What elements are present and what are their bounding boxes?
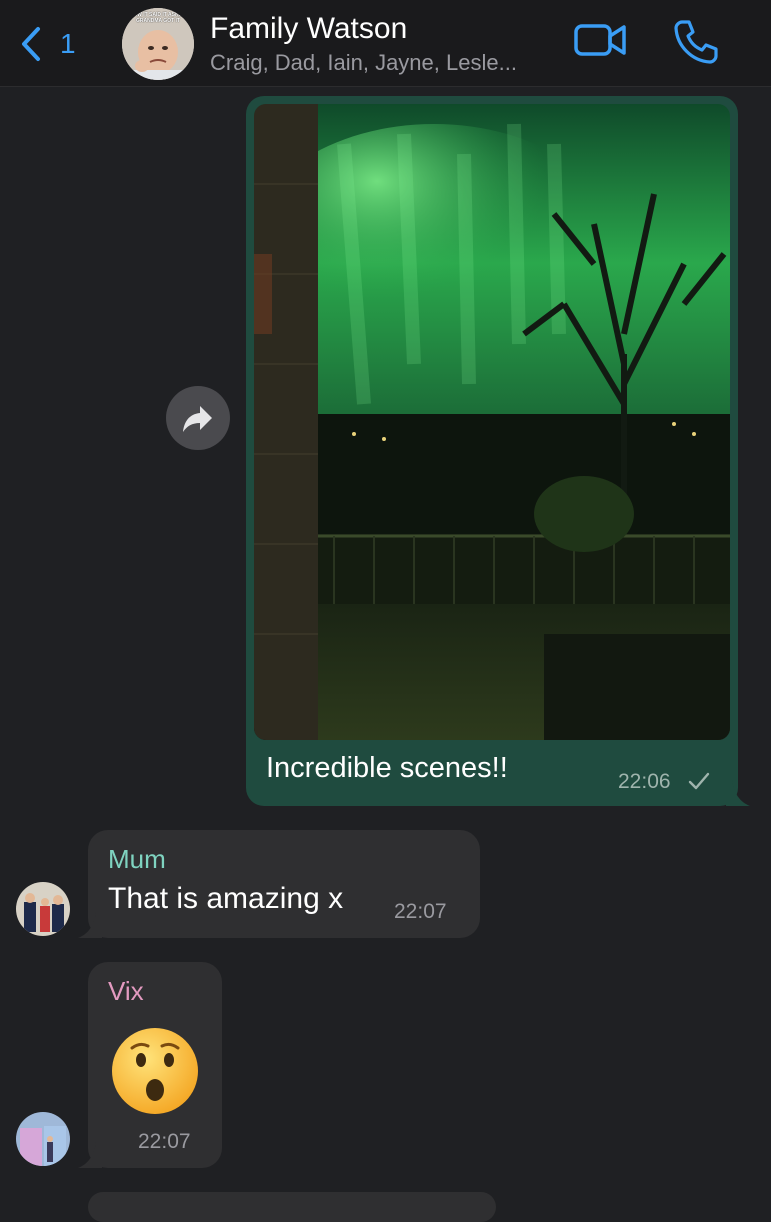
sender-name: Vix (108, 976, 144, 1006)
chat-header: 1 SAW IT SAID IT ASKED GRANDMA GOT IT Fa… (0, 0, 771, 87)
chevron-left-icon (22, 27, 40, 61)
avatar-vix[interactable] (16, 1112, 70, 1166)
phone-icon (674, 20, 718, 64)
message-caption: Incredible scenes!! (266, 752, 508, 784)
check-icon (688, 772, 710, 790)
incoming-bubble-tail (78, 912, 102, 938)
video-call-button[interactable] (572, 20, 632, 64)
chat-participants[interactable]: Craig, Dad, Iain, Jayne, Lesle... (210, 50, 517, 76)
avatar-vix-image (16, 1112, 70, 1166)
avatar-mum-image (16, 882, 70, 936)
message-time: 22:07 (138, 1130, 191, 1153)
incoming-message-partial[interactable] (88, 1192, 496, 1222)
outgoing-bubble-tail (726, 780, 750, 806)
chat-title[interactable]: Family Watson (210, 12, 407, 46)
message-time: 22:06 (618, 770, 671, 793)
unread-count: 1 (60, 28, 76, 59)
message-time: 22:07 (394, 900, 447, 923)
avatar-mum[interactable] (16, 882, 70, 936)
aurora-photo[interactable] (254, 104, 730, 740)
video-call-icon (574, 24, 626, 56)
aurora-photo-image (254, 104, 730, 740)
forward-button[interactable] (166, 386, 230, 450)
back-button[interactable]: 1 (14, 22, 84, 66)
group-avatar-caption: SAW IT SAID IT ASKED GRANDMA GOT IT (130, 12, 186, 24)
incoming-bubble-tail (78, 1142, 102, 1168)
outgoing-message[interactable]: Incredible scenes!! 22:06 (246, 96, 738, 806)
voice-call-button[interactable] (670, 16, 722, 68)
incoming-message-vix[interactable]: Vix 😮 22:07 (88, 962, 222, 1168)
forward-icon (183, 406, 212, 432)
group-avatar[interactable]: SAW IT SAID IT ASKED GRANDMA GOT IT (122, 8, 194, 80)
incoming-message-mum[interactable]: Mum That is amazing x 22:07 (88, 830, 480, 938)
message-text: That is amazing x (108, 882, 344, 915)
astonished-face-emoji (112, 1028, 198, 1114)
sender-name: Mum (108, 844, 166, 874)
